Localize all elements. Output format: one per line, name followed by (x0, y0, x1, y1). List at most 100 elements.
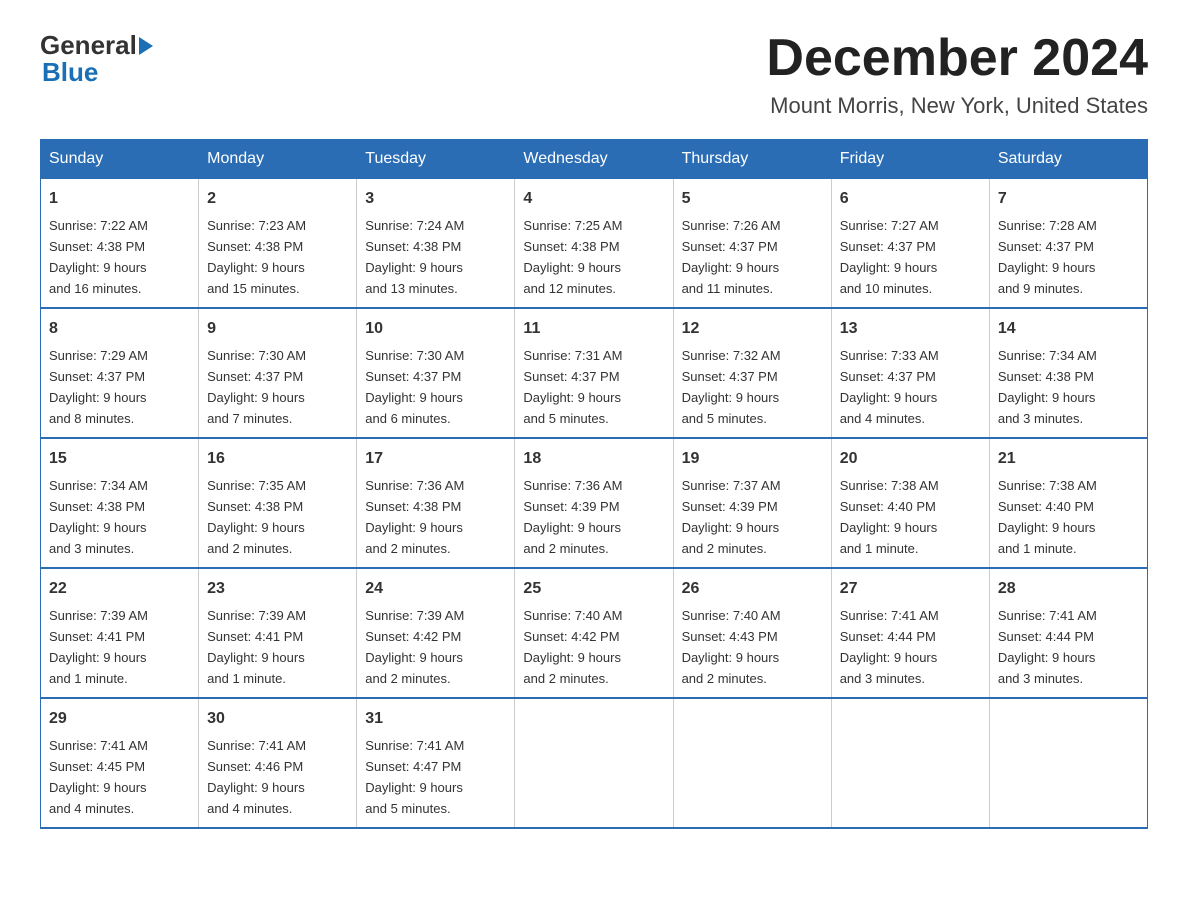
day-number: 24 (365, 577, 506, 601)
day-number: 25 (523, 577, 664, 601)
day-number: 1 (49, 187, 190, 211)
day-number: 21 (998, 447, 1139, 471)
day-number: 29 (49, 707, 190, 731)
calendar-week-row: 29 Sunrise: 7:41 AMSunset: 4:45 PMDaylig… (41, 698, 1148, 828)
calendar-day-cell: 16 Sunrise: 7:35 AMSunset: 4:38 PMDaylig… (199, 438, 357, 568)
day-number: 7 (998, 187, 1139, 211)
calendar-day-cell: 7 Sunrise: 7:28 AMSunset: 4:37 PMDayligh… (989, 179, 1147, 309)
day-info: Sunrise: 7:25 AMSunset: 4:38 PMDaylight:… (523, 218, 622, 296)
day-number: 20 (840, 447, 981, 471)
calendar-day-cell (515, 698, 673, 828)
day-info: Sunrise: 7:39 AMSunset: 4:42 PMDaylight:… (365, 608, 464, 686)
calendar-day-cell: 30 Sunrise: 7:41 AMSunset: 4:46 PMDaylig… (199, 698, 357, 828)
subtitle: Mount Morris, New York, United States (766, 93, 1148, 119)
calendar-day-cell: 15 Sunrise: 7:34 AMSunset: 4:38 PMDaylig… (41, 438, 199, 568)
calendar-day-cell: 29 Sunrise: 7:41 AMSunset: 4:45 PMDaylig… (41, 698, 199, 828)
day-info: Sunrise: 7:32 AMSunset: 4:37 PMDaylight:… (682, 348, 781, 426)
day-number: 19 (682, 447, 823, 471)
day-info: Sunrise: 7:24 AMSunset: 4:38 PMDaylight:… (365, 218, 464, 296)
day-number: 18 (523, 447, 664, 471)
calendar-day-cell: 9 Sunrise: 7:30 AMSunset: 4:37 PMDayligh… (199, 308, 357, 438)
day-info: Sunrise: 7:23 AMSunset: 4:38 PMDaylight:… (207, 218, 306, 296)
day-number: 3 (365, 187, 506, 211)
logo-blue: Blue (40, 57, 98, 88)
day-number: 26 (682, 577, 823, 601)
calendar-day-cell: 25 Sunrise: 7:40 AMSunset: 4:42 PMDaylig… (515, 568, 673, 698)
calendar-day-cell: 22 Sunrise: 7:39 AMSunset: 4:41 PMDaylig… (41, 568, 199, 698)
logo-triangle-icon (139, 37, 153, 55)
calendar-day-cell: 18 Sunrise: 7:36 AMSunset: 4:39 PMDaylig… (515, 438, 673, 568)
calendar-week-row: 1 Sunrise: 7:22 AMSunset: 4:38 PMDayligh… (41, 179, 1148, 309)
calendar-day-cell: 26 Sunrise: 7:40 AMSunset: 4:43 PMDaylig… (673, 568, 831, 698)
day-number: 15 (49, 447, 190, 471)
calendar-day-cell: 23 Sunrise: 7:39 AMSunset: 4:41 PMDaylig… (199, 568, 357, 698)
day-number: 27 (840, 577, 981, 601)
day-info: Sunrise: 7:35 AMSunset: 4:38 PMDaylight:… (207, 478, 306, 556)
day-number: 6 (840, 187, 981, 211)
calendar-day-cell: 8 Sunrise: 7:29 AMSunset: 4:37 PMDayligh… (41, 308, 199, 438)
calendar-day-cell: 13 Sunrise: 7:33 AMSunset: 4:37 PMDaylig… (831, 308, 989, 438)
day-info: Sunrise: 7:28 AMSunset: 4:37 PMDaylight:… (998, 218, 1097, 296)
calendar-day-cell (831, 698, 989, 828)
header-wednesday: Wednesday (515, 140, 673, 179)
day-info: Sunrise: 7:30 AMSunset: 4:37 PMDaylight:… (365, 348, 464, 426)
title-area: December 2024 Mount Morris, New York, Un… (766, 30, 1148, 119)
day-info: Sunrise: 7:39 AMSunset: 4:41 PMDaylight:… (49, 608, 148, 686)
day-number: 30 (207, 707, 348, 731)
day-info: Sunrise: 7:37 AMSunset: 4:39 PMDaylight:… (682, 478, 781, 556)
day-number: 8 (49, 317, 190, 341)
calendar-table: Sunday Monday Tuesday Wednesday Thursday… (40, 139, 1148, 829)
calendar-day-cell: 14 Sunrise: 7:34 AMSunset: 4:38 PMDaylig… (989, 308, 1147, 438)
calendar-day-cell: 24 Sunrise: 7:39 AMSunset: 4:42 PMDaylig… (357, 568, 515, 698)
day-info: Sunrise: 7:41 AMSunset: 4:44 PMDaylight:… (998, 608, 1097, 686)
day-number: 13 (840, 317, 981, 341)
calendar-day-cell: 5 Sunrise: 7:26 AMSunset: 4:37 PMDayligh… (673, 179, 831, 309)
day-info: Sunrise: 7:27 AMSunset: 4:37 PMDaylight:… (840, 218, 939, 296)
header-thursday: Thursday (673, 140, 831, 179)
day-number: 10 (365, 317, 506, 341)
day-number: 17 (365, 447, 506, 471)
day-info: Sunrise: 7:33 AMSunset: 4:37 PMDaylight:… (840, 348, 939, 426)
calendar-day-cell: 19 Sunrise: 7:37 AMSunset: 4:39 PMDaylig… (673, 438, 831, 568)
day-number: 23 (207, 577, 348, 601)
day-info: Sunrise: 7:39 AMSunset: 4:41 PMDaylight:… (207, 608, 306, 686)
day-number: 14 (998, 317, 1139, 341)
day-number: 12 (682, 317, 823, 341)
logo: General Blue (40, 30, 155, 88)
day-number: 9 (207, 317, 348, 341)
day-number: 4 (523, 187, 664, 211)
calendar-day-cell: 17 Sunrise: 7:36 AMSunset: 4:38 PMDaylig… (357, 438, 515, 568)
day-info: Sunrise: 7:29 AMSunset: 4:37 PMDaylight:… (49, 348, 148, 426)
day-info: Sunrise: 7:30 AMSunset: 4:37 PMDaylight:… (207, 348, 306, 426)
calendar-week-row: 8 Sunrise: 7:29 AMSunset: 4:37 PMDayligh… (41, 308, 1148, 438)
calendar-day-cell: 2 Sunrise: 7:23 AMSunset: 4:38 PMDayligh… (199, 179, 357, 309)
calendar-day-cell: 11 Sunrise: 7:31 AMSunset: 4:37 PMDaylig… (515, 308, 673, 438)
header-tuesday: Tuesday (357, 140, 515, 179)
day-info: Sunrise: 7:36 AMSunset: 4:38 PMDaylight:… (365, 478, 464, 556)
calendar-day-cell: 20 Sunrise: 7:38 AMSunset: 4:40 PMDaylig… (831, 438, 989, 568)
header-sunday: Sunday (41, 140, 199, 179)
day-info: Sunrise: 7:22 AMSunset: 4:38 PMDaylight:… (49, 218, 148, 296)
day-info: Sunrise: 7:34 AMSunset: 4:38 PMDaylight:… (49, 478, 148, 556)
calendar-day-cell: 31 Sunrise: 7:41 AMSunset: 4:47 PMDaylig… (357, 698, 515, 828)
calendar-day-cell: 21 Sunrise: 7:38 AMSunset: 4:40 PMDaylig… (989, 438, 1147, 568)
calendar-day-cell: 1 Sunrise: 7:22 AMSunset: 4:38 PMDayligh… (41, 179, 199, 309)
day-info: Sunrise: 7:41 AMSunset: 4:45 PMDaylight:… (49, 738, 148, 816)
day-number: 22 (49, 577, 190, 601)
calendar-day-cell: 6 Sunrise: 7:27 AMSunset: 4:37 PMDayligh… (831, 179, 989, 309)
calendar-day-cell: 10 Sunrise: 7:30 AMSunset: 4:37 PMDaylig… (357, 308, 515, 438)
calendar-day-cell (673, 698, 831, 828)
day-info: Sunrise: 7:34 AMSunset: 4:38 PMDaylight:… (998, 348, 1097, 426)
header-friday: Friday (831, 140, 989, 179)
header-saturday: Saturday (989, 140, 1147, 179)
calendar-day-cell (989, 698, 1147, 828)
day-number: 16 (207, 447, 348, 471)
header-monday: Monday (199, 140, 357, 179)
calendar-week-row: 15 Sunrise: 7:34 AMSunset: 4:38 PMDaylig… (41, 438, 1148, 568)
day-number: 5 (682, 187, 823, 211)
day-info: Sunrise: 7:40 AMSunset: 4:43 PMDaylight:… (682, 608, 781, 686)
day-info: Sunrise: 7:38 AMSunset: 4:40 PMDaylight:… (840, 478, 939, 556)
day-number: 28 (998, 577, 1139, 601)
day-info: Sunrise: 7:40 AMSunset: 4:42 PMDaylight:… (523, 608, 622, 686)
day-info: Sunrise: 7:31 AMSunset: 4:37 PMDaylight:… (523, 348, 622, 426)
